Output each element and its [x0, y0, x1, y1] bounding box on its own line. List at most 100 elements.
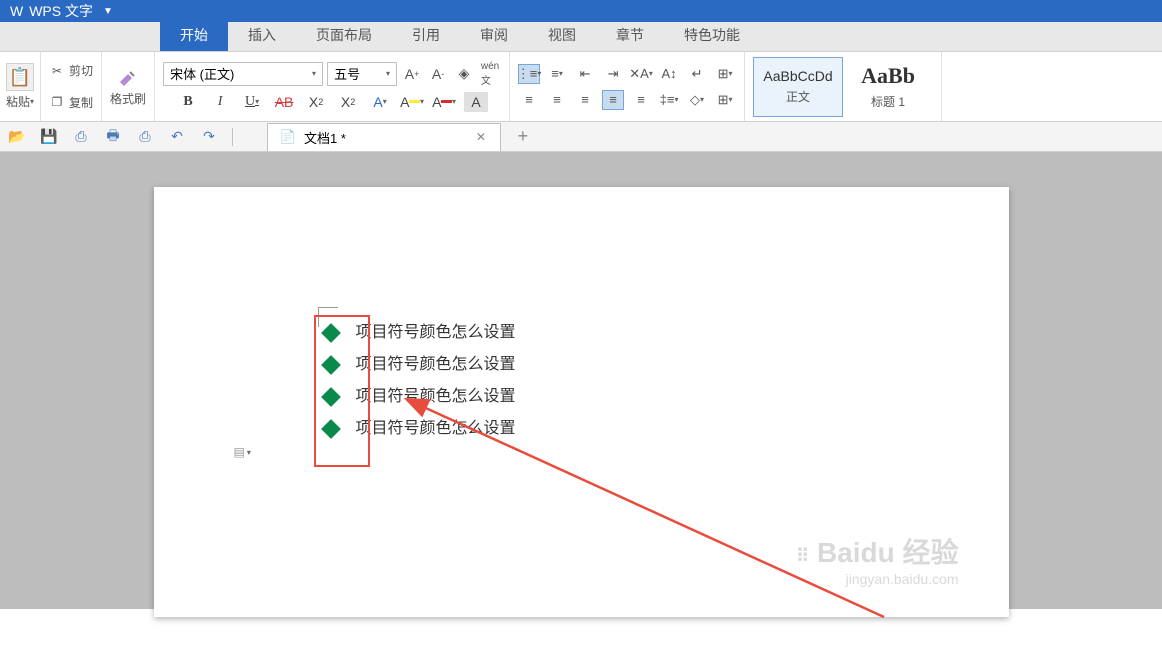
align-right-button[interactable]: ≡	[574, 90, 596, 110]
doc-tab-title: 文档1 *	[304, 128, 346, 147]
bold-button[interactable]: B	[176, 92, 200, 112]
document-icon: 📄	[280, 129, 296, 145]
tab-references[interactable]: 引用	[392, 19, 460, 51]
style-label: 标题 1	[871, 93, 905, 110]
paste-button[interactable]: 粘贴 ▾	[6, 93, 34, 110]
tab-page-layout[interactable]: 页面布局	[296, 19, 392, 51]
shading-button[interactable]: ◇▾	[686, 90, 708, 110]
style-preview: AaBbCcDd	[763, 68, 832, 84]
print-preview-icon[interactable]: ⎙	[72, 128, 90, 146]
annotation-box	[314, 315, 370, 467]
line-spacing-button[interactable]: ‡≡▾	[658, 90, 680, 110]
save-icon[interactable]: 💾	[40, 128, 58, 146]
bullet-list-button[interactable]: ⋮≡▾	[518, 64, 540, 84]
doc-tabs: 📄 文档1 * ✕ +	[267, 123, 535, 151]
show-marks-button[interactable]: ↵	[686, 64, 708, 84]
increase-font-button[interactable]: A+	[401, 63, 423, 85]
cut-button[interactable]: ✂ 剪切	[49, 62, 93, 79]
font-size-value: 五号	[334, 64, 360, 83]
format-painter-button[interactable]: 格式刷	[110, 90, 146, 107]
list-item-text: 项目符号颜色怎么设置	[356, 317, 516, 349]
strikethrough-button[interactable]: AB	[272, 92, 296, 112]
list-item[interactable]: 项目符号颜色怎么设置	[314, 381, 849, 413]
paste-dropdown-icon: ▾	[30, 97, 34, 106]
style-preview: AaBb	[861, 63, 915, 89]
undo-icon[interactable]: ↶	[168, 128, 186, 146]
font-name-select[interactable]: 宋体 (正文) ▾	[163, 62, 323, 86]
print-direct-icon[interactable]: ⎙	[136, 128, 154, 146]
doc-tab[interactable]: 📄 文档1 * ✕	[267, 123, 501, 151]
quick-access-bar: 📂 💾 ⎙ 🖶 ⎙ ↶ ↷ 📄 文档1 * ✕ +	[0, 122, 1162, 152]
app-logo-icon: W	[10, 3, 23, 19]
list-item[interactable]: 项目符号颜色怎么设置	[314, 317, 849, 349]
align-left-button[interactable]: ≡	[518, 90, 540, 110]
char-shading-button[interactable]: A	[464, 92, 488, 112]
font-name-value: 宋体 (正文)	[170, 64, 234, 83]
align-center-button[interactable]: ≡	[546, 90, 568, 110]
sort-button[interactable]: A↕	[658, 64, 680, 84]
close-tab-icon[interactable]: ✕	[474, 130, 488, 144]
underline-button[interactable]: U▾	[240, 92, 264, 112]
list-item-text: 项目符号颜色怎么设置	[356, 349, 516, 381]
watermark-sub: jingyan.baidu.com	[796, 571, 959, 587]
clipboard-group: ✂ 剪切 ❐ 复制	[41, 52, 102, 121]
chevron-down-icon: ▾	[247, 448, 251, 457]
document-page[interactable]: ▤ ▾ 项目符号颜色怎么设置 项目符号颜色怎么设置 项目符号颜色怎么设置 项目符…	[154, 187, 1009, 617]
superscript-button[interactable]: X2	[304, 92, 328, 112]
clear-format-button[interactable]: ◈	[453, 63, 475, 85]
copy-icon: ❐	[49, 94, 65, 110]
styles-group: AaBbCcDd 正文 AaBb 标题 1	[745, 52, 942, 121]
list-item[interactable]: 项目符号颜色怎么设置	[314, 413, 849, 445]
subscript-button[interactable]: X2	[336, 92, 360, 112]
list-item-text: 项目符号颜色怎么设置	[356, 413, 516, 445]
chevron-down-icon: ▾	[386, 69, 390, 78]
redo-icon[interactable]: ↷	[200, 128, 218, 146]
document-area: ▤ ▾ 项目符号颜色怎么设置 项目符号颜色怎么设置 项目符号颜色怎么设置 项目符…	[0, 152, 1162, 609]
decrease-font-button[interactable]: A-	[427, 63, 449, 85]
brush-icon[interactable]	[116, 66, 140, 90]
paragraph-group: ⋮≡▾ ≡▾ ⇤ ⇥ ✕A▾ A↕ ↵ ⊞▾ ≡ ≡ ≡ ≡ ≡ ‡≡▾ ◇▾ …	[510, 52, 745, 121]
cut-label: 剪切	[69, 62, 93, 79]
increase-indent-button[interactable]: ⇥	[602, 64, 624, 84]
watermark: ⠿ Baidu 经验 jingyan.baidu.com	[796, 531, 959, 587]
bullet-list: 项目符号颜色怎么设置 项目符号颜色怎么设置 项目符号颜色怎么设置 项目符号颜色怎…	[314, 317, 849, 445]
separator	[232, 128, 233, 146]
add-tab-button[interactable]: +	[511, 125, 535, 149]
font-size-select[interactable]: 五号 ▾	[327, 62, 397, 86]
decrease-indent-button[interactable]: ⇤	[574, 64, 596, 84]
phonetic-button[interactable]: wén文	[479, 63, 501, 85]
insert-control[interactable]: ▤ ▾	[234, 442, 262, 462]
open-icon[interactable]: 📂	[8, 128, 26, 146]
list-item[interactable]: 项目符号颜色怎么设置	[314, 349, 849, 381]
highlight-button[interactable]: A▾	[400, 92, 424, 112]
text-direction-button[interactable]: ✕A▾	[630, 64, 652, 84]
style-normal[interactable]: AaBbCcDd 正文	[753, 57, 843, 117]
tab-review[interactable]: 审阅	[460, 19, 528, 51]
app-title[interactable]: W WPS 文字 ▼	[0, 1, 123, 21]
watermark-main: Baidu 经验	[817, 537, 959, 568]
table-button[interactable]: ⊞▾	[714, 64, 736, 84]
tab-insert[interactable]: 插入	[228, 19, 296, 51]
numbered-list-button[interactable]: ≡▾	[546, 64, 568, 84]
list-item-text: 项目符号颜色怎么设置	[356, 381, 516, 413]
paste-icon[interactable]: 📋	[6, 63, 34, 91]
paste-label: 粘贴	[6, 93, 30, 110]
print-icon[interactable]: 🖶	[104, 128, 122, 146]
copy-label: 复制	[69, 94, 93, 111]
tab-view[interactable]: 视图	[528, 19, 596, 51]
paste-group: 📋 粘贴 ▾	[0, 52, 41, 121]
style-label: 正文	[786, 88, 810, 105]
align-justify-button[interactable]: ≡	[602, 90, 624, 110]
text-effect-button[interactable]: A▾	[368, 92, 392, 112]
tab-chapter[interactable]: 章节	[596, 19, 664, 51]
paw-icon: ⠿	[796, 546, 809, 566]
app-title-dropdown-icon[interactable]: ▼	[103, 6, 113, 17]
copy-button[interactable]: ❐ 复制	[49, 94, 93, 111]
borders-button[interactable]: ⊞▾	[714, 90, 736, 110]
italic-button[interactable]: I	[208, 92, 232, 112]
style-heading1[interactable]: AaBb 标题 1	[843, 57, 933, 117]
font-color-button[interactable]: A▾	[432, 92, 456, 112]
align-distribute-button[interactable]: ≡	[630, 90, 652, 110]
tab-special[interactable]: 特色功能	[664, 19, 760, 51]
tab-start[interactable]: 开始	[160, 19, 228, 51]
